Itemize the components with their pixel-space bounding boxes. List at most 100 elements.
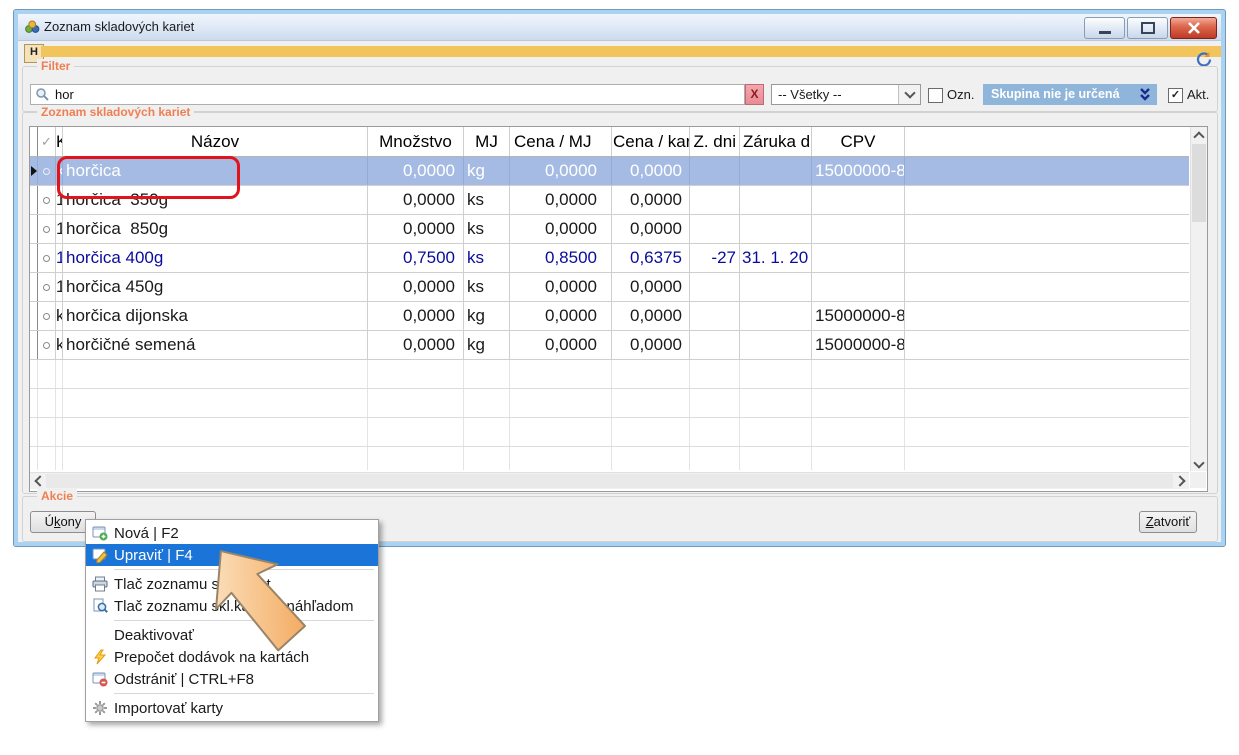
scroll-up-button[interactable] <box>1191 127 1207 143</box>
column-header[interactable] <box>30 127 38 156</box>
column-header[interactable]: ✓ <box>38 127 56 156</box>
row-indicator <box>30 273 38 301</box>
row-marker <box>38 302 56 330</box>
column-header[interactable]: Z. dni <box>690 127 740 156</box>
cell-cpv <box>812 447 905 470</box>
cell-mj <box>464 447 510 470</box>
cell-filler <box>905 157 1189 185</box>
cell-cena-mj <box>510 418 612 446</box>
table-row[interactable]: khorčica0,0000kg0,00000,000015000000-8 <box>30 157 1189 186</box>
window-title: Zoznam skladových kariet <box>44 14 194 40</box>
category-dropdown-value: -- Všetky -- <box>778 85 842 104</box>
row-marker <box>38 244 56 272</box>
table-row[interactable]: 1horčica 450g0,0000ks0,00000,0000 <box>30 273 1189 302</box>
cell-mnozstvo: 0,0000 <box>368 331 464 359</box>
cell-mnozstvo <box>368 389 464 417</box>
vertical-scroll-thumb[interactable] <box>1192 144 1206 222</box>
vertical-scrollbar[interactable] <box>1190 127 1207 471</box>
table-row[interactable]: 1horčica 350g0,0000ks0,00000,0000 <box>30 186 1189 215</box>
circle-marker-icon <box>43 168 50 175</box>
cell-code: k <box>56 157 63 185</box>
cell-zaruka <box>740 157 812 185</box>
row-marker <box>38 360 56 388</box>
horizontal-scroll-thumb[interactable] <box>46 474 1173 488</box>
menu-item[interactable]: Upraviť | F4 <box>86 544 378 566</box>
minimize-button[interactable] <box>1084 17 1125 39</box>
column-header[interactable]: Množstvo <box>368 127 464 156</box>
column-header[interactable]: Názov <box>63 127 368 156</box>
title-bar[interactable]: Zoznam skladových kariet <box>18 14 1221 41</box>
search-input[interactable] <box>30 84 745 105</box>
group-filter-label: Skupina nie je určená <box>991 87 1120 101</box>
table-row[interactable]: khorčičné semená0,0000kg0,00000,00001500… <box>30 331 1189 360</box>
cell-mj: ks <box>464 273 510 301</box>
cell-z-dni <box>690 215 740 243</box>
cell-filler <box>905 302 1189 330</box>
scroll-left-button[interactable] <box>30 473 46 489</box>
cell-cena-kart <box>612 418 690 446</box>
column-header[interactable]: Cena / MJ <box>510 127 612 156</box>
circle-marker-icon <box>43 284 50 291</box>
empty-row <box>30 447 1189 470</box>
new-card-icon <box>90 525 110 541</box>
cell-nazov <box>63 447 368 470</box>
close-button[interactable] <box>1170 17 1217 39</box>
menu-item[interactable]: Deaktivovať <box>86 624 378 646</box>
column-header[interactable]: CPV <box>812 127 905 156</box>
horizontal-scrollbar[interactable] <box>30 472 1189 489</box>
table-row[interactable]: 1horčica 850g0,0000ks0,00000,0000 <box>30 215 1189 244</box>
zatvorit-button[interactable]: Zatvoriť <box>1139 511 1197 533</box>
cell-z-dni <box>690 157 740 185</box>
cell-cena-mj: 0,0000 <box>510 157 612 185</box>
menu-item-label: Tlač zoznamu skl.kariet s náhľadom <box>114 598 353 615</box>
ozn-checkbox-label: Ozn. <box>947 84 974 105</box>
menu-item[interactable]: Nová | F2 <box>86 522 378 544</box>
menu-item-label: Deaktivovať <box>114 627 194 644</box>
table-row[interactable]: 1horčica 400g0,7500ks0,85000,6375-2731. … <box>30 244 1189 273</box>
table-row[interactable]: khorčica dijonska0,0000kg0,00000,0000150… <box>30 302 1189 331</box>
cell-filler <box>905 186 1189 214</box>
cell-z-dni <box>690 186 740 214</box>
cell-code <box>56 447 63 470</box>
cell-filler <box>905 418 1189 446</box>
cell-nazov <box>63 389 368 417</box>
menu-item[interactable]: Tlač zoznamu skl.kariet s náhľadom <box>86 595 378 617</box>
cell-code: k <box>56 302 63 330</box>
refresh-icon[interactable] <box>1195 51 1211 67</box>
menu-item[interactable]: Odstrániť | CTRL+F8 <box>86 668 378 690</box>
context-menu: Nová | F2Upraviť | F4 Tlač zoznamu skl.ka… <box>85 519 379 722</box>
row-indicator <box>30 331 38 359</box>
akt-checkbox[interactable]: ✓ <box>1168 88 1183 103</box>
column-header[interactable] <box>905 127 1189 156</box>
clear-search-button[interactable]: X <box>745 84 764 105</box>
group-filter-button[interactable]: Skupina nie je určená <box>983 84 1157 105</box>
app-icon <box>24 19 40 40</box>
ozn-checkbox[interactable] <box>928 88 943 103</box>
menu-item[interactable]: Prepočet dodávok na kartách <box>86 646 378 668</box>
scroll-down-button[interactable] <box>1191 454 1207 470</box>
cell-mj: ks <box>464 215 510 243</box>
cell-filler <box>905 331 1189 359</box>
cell-cpv <box>812 273 905 301</box>
actions-group-label: Akcie <box>37 489 77 503</box>
column-header[interactable]: K <box>56 127 63 156</box>
cell-z-dni <box>690 389 740 417</box>
table-header-row[interactable]: ✓KNázovMnožstvoMJCena / MJCena / kartZ. … <box>30 127 1189 157</box>
column-header[interactable]: MJ <box>464 127 510 156</box>
cell-code: 1 <box>56 244 63 272</box>
menu-item[interactable]: Tlač zoznamu skl.kariet <box>86 573 378 595</box>
row-indicator-icon <box>31 166 37 176</box>
chevron-down-icon[interactable] <box>898 85 920 104</box>
cell-code: 1 <box>56 273 63 301</box>
menu-separator <box>114 569 374 570</box>
cell-mj: ks <box>464 244 510 272</box>
column-header[interactable]: Záruka d <box>740 127 812 156</box>
circle-marker-icon <box>43 342 50 349</box>
category-dropdown[interactable]: -- Všetky -- <box>771 84 921 105</box>
scroll-right-button[interactable] <box>1173 473 1189 489</box>
window: Zoznam skladových kariet H Filter X -- V… <box>14 10 1225 546</box>
maximize-button[interactable] <box>1127 17 1168 39</box>
column-header[interactable]: Cena / kart <box>612 127 690 156</box>
row-indicator <box>30 360 38 388</box>
menu-item[interactable]: Importovať karty <box>86 697 378 719</box>
